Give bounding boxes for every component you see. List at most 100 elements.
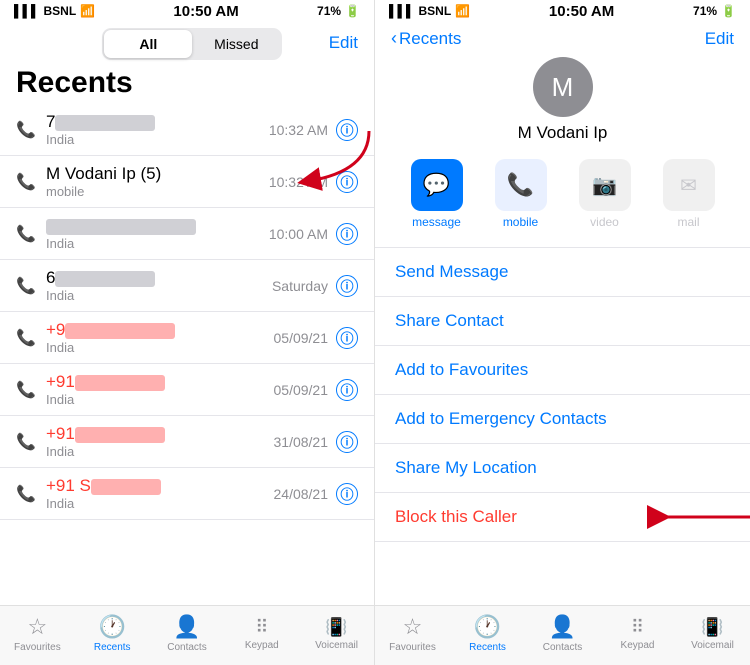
call-time-7: 31/08/21 (274, 434, 329, 450)
send-message-item[interactable]: Send Message (375, 247, 750, 297)
action-message[interactable]: 💬 message (401, 159, 473, 229)
battery-info-left: 71% 🔋 (317, 4, 360, 18)
nav-header-right: ‹ Recents Edit (375, 22, 750, 53)
action-mail[interactable]: ✉ mail (653, 159, 725, 229)
phone-icon-7: 📞 (16, 432, 40, 452)
avatar: M (533, 57, 593, 117)
battery-info-right: 71% 🔋 (693, 4, 736, 18)
mail-icon-circle: ✉ (663, 159, 715, 211)
call-name-6: +91blurred (46, 372, 274, 392)
voicemail-icon-left: 📳 (325, 617, 347, 638)
tab-label-favourites-left: Favourites (14, 642, 61, 653)
tab-contacts-right[interactable]: 👤 Contacts (533, 614, 593, 653)
block-caller-item[interactable]: Block this Caller (375, 493, 750, 542)
tab-keypad-right[interactable]: ⠿ Keypad (608, 617, 668, 651)
phone-icon-4: 📞 (16, 276, 40, 296)
action-mobile[interactable]: 📞 mobile (485, 159, 557, 229)
carrier-info-left: ▌▌▌ BSNL 📶 (14, 4, 95, 18)
info-button-2[interactable]: ⓘ (336, 171, 358, 193)
contact-name: M Vodani Ip (518, 123, 608, 143)
add-emergency-item[interactable]: Add to Emergency Contacts (375, 395, 750, 444)
contacts-icon-right: 👤 (549, 614, 576, 640)
info-button-5[interactable]: ⓘ (336, 327, 358, 349)
add-favourites-item[interactable]: Add to Favourites (375, 346, 750, 395)
call-sub-6: India (46, 392, 274, 407)
call-info-2: M Vodani Ip (5) mobile (40, 164, 269, 199)
tab-contacts-left[interactable]: 👤 Contacts (157, 614, 217, 653)
call-item-8[interactable]: 📞 +91 Sblurred India 24/08/21 ⓘ (0, 468, 374, 520)
video-icon-circle: 📷 (579, 159, 631, 211)
share-contact-item[interactable]: Share Contact (375, 297, 750, 346)
recents-icon-left: 🕐 (98, 614, 125, 640)
call-item-3[interactable]: 📞 blurred India 10:00 AM ⓘ (0, 208, 374, 260)
battery-percent-left: 71% (317, 4, 341, 18)
status-bar-right: ▌▌▌ BSNL 📶 10:50 AM 71% 🔋 (375, 0, 750, 22)
battery-percent-right: 71% (693, 4, 717, 18)
tab-favourites-right[interactable]: ☆ Favourites (383, 614, 443, 653)
tab-recents-left[interactable]: 🕐 Recents (82, 614, 142, 653)
wifi-icon-right: 📶 (455, 4, 470, 18)
tab-bar-left: ☆ Favourites 🕐 Recents 👤 Contacts ⠿ Keyp… (0, 605, 374, 665)
edit-button-left[interactable]: Edit (329, 33, 358, 53)
phone-icon-8: 📞 (16, 484, 40, 504)
call-sub-3: India (46, 236, 269, 251)
call-time-5: 05/09/21 (274, 330, 329, 346)
info-button-7[interactable]: ⓘ (336, 431, 358, 453)
tab-label-favourites-right: Favourites (389, 642, 436, 653)
edit-button-right[interactable]: Edit (705, 29, 734, 49)
keypad-icon-right: ⠿ (631, 617, 644, 638)
message-icon: 💬 (423, 172, 450, 198)
call-info-5: +9blurred India (40, 320, 274, 355)
call-info-4: 6blurred India (40, 268, 272, 303)
call-item-2[interactable]: 📞 M Vodani Ip (5) mobile 10:32 AM ⓘ (0, 156, 374, 208)
action-video[interactable]: 📷 video (569, 159, 641, 229)
call-info-6: +91blurred India (40, 372, 274, 407)
add-favourites-label: Add to Favourites (395, 360, 528, 379)
segment-control: All Missed (102, 28, 282, 60)
info-button-8[interactable]: ⓘ (336, 483, 358, 505)
call-name-5: +9blurred (46, 320, 274, 340)
call-item-7[interactable]: 📞 +91blurred India 31/08/21 ⓘ (0, 416, 374, 468)
recents-icon-right: 🕐 (474, 614, 501, 640)
call-sub-1: India (46, 132, 269, 147)
tab-label-keypad-left: Keypad (245, 640, 279, 651)
share-location-label: Share My Location (395, 458, 537, 477)
call-item-4[interactable]: 📞 6blurred India Saturday ⓘ (0, 260, 374, 312)
call-time-4: Saturday (272, 278, 328, 294)
call-info-8: +91 Sblurred India (40, 476, 274, 511)
time-left: 10:50 AM (173, 3, 238, 20)
call-time-2: 10:32 AM (269, 174, 328, 190)
tab-keypad-left[interactable]: ⠿ Keypad (232, 617, 292, 651)
call-item-5[interactable]: 📞 +9blurred India 05/09/21 ⓘ (0, 312, 374, 364)
call-name-8: +91 Sblurred (46, 476, 274, 496)
info-button-1[interactable]: ⓘ (336, 119, 358, 141)
call-name-4: 6blurred (46, 268, 272, 288)
tab-voicemail-left[interactable]: 📳 Voicemail (307, 617, 367, 651)
tab-favourites-left[interactable]: ☆ Favourites (7, 614, 67, 653)
video-icon: 📷 (592, 173, 617, 198)
info-button-6[interactable]: ⓘ (336, 379, 358, 401)
time-right: 10:50 AM (549, 3, 614, 20)
wifi-icon-left: 📶 (80, 4, 95, 18)
missed-tab[interactable]: Missed (192, 30, 280, 58)
call-time-8: 24/08/21 (274, 486, 329, 502)
mobile-icon: 📞 (507, 172, 534, 198)
info-button-3[interactable]: ⓘ (336, 223, 358, 245)
share-location-item[interactable]: Share My Location (375, 444, 750, 493)
tab-voicemail-right[interactable]: 📳 Voicemail (683, 617, 743, 651)
info-button-4[interactable]: ⓘ (336, 275, 358, 297)
back-button[interactable]: ‹ Recents (391, 28, 461, 49)
call-sub-2: mobile (46, 184, 269, 199)
contacts-icon-left: 👤 (173, 614, 200, 640)
call-list: 📞 7blurred India 10:32 AM ⓘ 📞 M Vodani I… (0, 104, 374, 605)
all-tab[interactable]: All (104, 30, 192, 58)
video-label: video (590, 215, 619, 229)
call-sub-7: India (46, 444, 274, 459)
tab-bar-right: ☆ Favourites 🕐 Recents 👤 Contacts ⠿ Keyp… (375, 605, 750, 665)
tab-label-recents-left: Recents (94, 642, 131, 653)
call-info-3: blurred India (40, 216, 269, 251)
call-item-6[interactable]: 📞 +91blurred India 05/09/21 ⓘ (0, 364, 374, 416)
tab-recents-right[interactable]: 🕐 Recents (458, 614, 518, 653)
keypad-icon-left: ⠿ (255, 617, 268, 638)
call-item-1[interactable]: 📞 7blurred India 10:32 AM ⓘ (0, 104, 374, 156)
